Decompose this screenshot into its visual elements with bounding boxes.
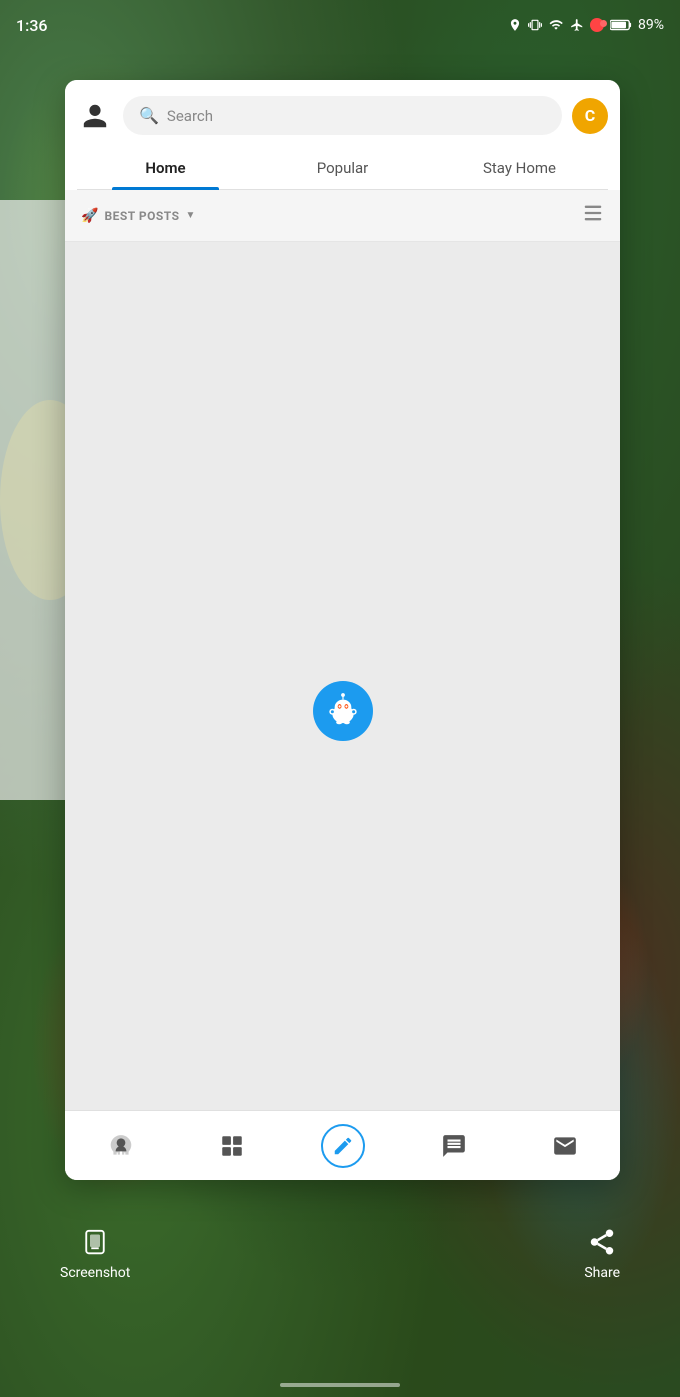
bottom-nav [65, 1110, 620, 1180]
create-nav-circle [321, 1124, 365, 1168]
nav-communities[interactable] [207, 1121, 257, 1171]
filter-bar: 🚀 BEST POSTS ▼ [65, 190, 620, 242]
dropdown-arrow-icon: ▼ [185, 210, 195, 221]
record-icon [590, 18, 604, 32]
search-icon: 🔍 [139, 106, 159, 125]
coin-button[interactable]: C [572, 98, 608, 134]
app-card: 🔍 Search C Home Popular Stay Home [65, 80, 620, 1180]
rocket-icon: 🚀 [81, 208, 98, 224]
share-icon [587, 1227, 617, 1257]
app-header: 🔍 Search C Home Popular Stay Home [65, 80, 620, 190]
inbox-nav-icon [552, 1133, 578, 1159]
status-bar: 1:36 89% [0, 0, 680, 50]
create-nav-icon [332, 1135, 354, 1157]
filter-sort-button[interactable]: 🚀 BEST POSTS ▼ [81, 208, 195, 224]
home-nav-icon [108, 1133, 134, 1159]
nav-chat[interactable] [429, 1121, 479, 1171]
status-icons: 89% [508, 17, 664, 33]
airplane-icon [570, 18, 584, 32]
battery-icon [610, 18, 632, 32]
battery-percent: 89% [638, 17, 664, 33]
loading-spinner [313, 681, 373, 741]
chat-nav-icon [441, 1133, 467, 1159]
communities-nav-icon [219, 1133, 245, 1159]
wifi-icon [548, 18, 564, 32]
tabs-row: Home Popular Stay Home [77, 147, 608, 190]
status-time: 1:36 [16, 16, 48, 35]
location-icon [508, 18, 522, 32]
nav-home[interactable] [96, 1121, 146, 1171]
list-view-button[interactable] [582, 202, 604, 229]
screenshot-icon [80, 1227, 110, 1257]
snoo-logo [324, 692, 362, 730]
tab-stay-home[interactable]: Stay Home [431, 147, 608, 189]
profile-button[interactable] [77, 98, 113, 134]
search-placeholder: Search [167, 107, 213, 125]
gesture-bar [280, 1383, 400, 1387]
content-area [65, 242, 620, 1180]
vibrate-icon [528, 18, 542, 32]
system-bottom-bar: Screenshot Share [0, 1197, 680, 1397]
nav-create[interactable] [318, 1121, 368, 1171]
profile-icon [81, 102, 109, 130]
tab-popular[interactable]: Popular [254, 147, 431, 189]
left-panel-hint [0, 200, 65, 800]
coin-label: C [585, 106, 595, 125]
nav-inbox[interactable] [540, 1121, 590, 1171]
screenshot-label: Screenshot [60, 1265, 130, 1281]
filter-label: BEST POSTS [104, 209, 179, 223]
search-row: 🔍 Search C [77, 96, 608, 135]
share-button[interactable]: Share [584, 1227, 620, 1281]
tab-home[interactable]: Home [77, 147, 254, 189]
search-bar[interactable]: 🔍 Search [123, 96, 562, 135]
share-label: Share [584, 1265, 620, 1281]
screenshot-button[interactable]: Screenshot [60, 1227, 130, 1281]
list-icon [582, 202, 604, 224]
